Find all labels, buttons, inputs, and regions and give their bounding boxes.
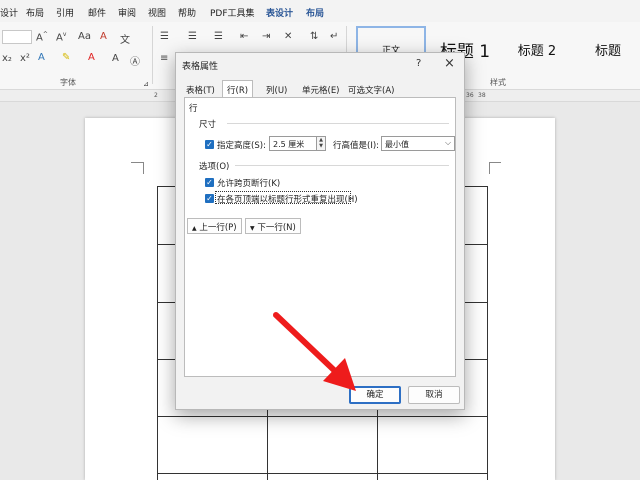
- menu-table-design[interactable]: 表设计: [266, 6, 293, 19]
- table-border: [487, 186, 488, 480]
- row-height-is-label: 行高值是(I):: [333, 141, 380, 151]
- menu-table-layout[interactable]: 布局: [306, 6, 324, 19]
- enclose-char-icon[interactable]: Ⓐ: [130, 53, 140, 68]
- menu-references[interactable]: 引用: [56, 6, 74, 19]
- chevron-down-icon[interactable]: ⌵: [445, 138, 451, 148]
- menu-review[interactable]: 审阅: [118, 6, 136, 19]
- specify-height-label: 指定高度(S):: [217, 141, 266, 151]
- shrink-font-icon[interactable]: Av: [56, 31, 66, 43]
- style-title[interactable]: 标题: [576, 26, 640, 72]
- chinese-layout-icon[interactable]: ✕: [284, 31, 292, 42]
- crop-mark: [131, 162, 143, 163]
- menu-design[interactable]: 设计: [0, 6, 18, 19]
- ruler-number: 36: [466, 92, 474, 99]
- menu-view[interactable]: 视图: [148, 6, 166, 19]
- text-effects-icon[interactable]: A: [38, 52, 45, 63]
- bullets-icon[interactable]: ☰: [160, 31, 169, 42]
- align-left-icon[interactable]: ≡: [160, 53, 168, 64]
- allow-row-break-label: 允许跨页断行(K): [217, 179, 281, 189]
- clear-format-icon[interactable]: A: [100, 31, 107, 42]
- style-heading-2[interactable]: 标题 2: [502, 26, 572, 72]
- subscript-icon[interactable]: x₂: [2, 53, 12, 64]
- repeat-header-row-label: 在各页顶端以标题行形式重复出现(H): [217, 195, 358, 205]
- specify-height-checkbox[interactable]: ✓: [205, 140, 214, 149]
- crop-mark: [489, 162, 501, 163]
- tab-cell[interactable]: 单元格(E): [298, 81, 344, 98]
- font-dialog-launcher-icon[interactable]: ⊿: [143, 80, 149, 88]
- help-icon[interactable]: ?: [416, 58, 421, 69]
- change-case-icon[interactable]: Aa: [78, 31, 91, 42]
- arrow-down-icon: ▼: [250, 225, 255, 232]
- menu-bar: 设计 布局 引用 邮件 审阅 视图 帮助 PDF工具集 表设计 布局: [0, 0, 640, 22]
- row-tab-panel: 行 尺寸 ✓ 指定高度(S): 2.5 厘米 ▲ ▼ 行高值是(I): 最小值 ⌵…: [184, 97, 456, 377]
- divider: [227, 123, 449, 124]
- repeat-header-row-checkbox[interactable]: ✓: [205, 194, 214, 203]
- row-height-type-select[interactable]: 最小值: [381, 136, 455, 151]
- char-shading-icon[interactable]: A: [112, 53, 119, 64]
- crop-mark: [489, 162, 490, 174]
- tab-row[interactable]: 行(R): [222, 80, 254, 98]
- menu-layout[interactable]: 布局: [26, 6, 44, 19]
- tab-table[interactable]: 表格(T): [182, 81, 219, 98]
- size-section-label: 尺寸: [199, 120, 217, 130]
- increase-indent-icon[interactable]: ⇥: [262, 31, 270, 42]
- row-height-input[interactable]: 2.5 厘米: [269, 136, 317, 151]
- dialog-title: 表格属性: [182, 62, 219, 72]
- options-section-label: 选项(O): [199, 162, 230, 172]
- menu-pdf-tools[interactable]: PDF工具集: [210, 6, 255, 19]
- show-marks-icon[interactable]: ↵: [330, 31, 338, 42]
- height-spinner[interactable]: ▲ ▼: [317, 136, 326, 151]
- ruler-number: 2: [154, 92, 158, 99]
- multilevel-list-icon[interactable]: ☰: [214, 31, 223, 42]
- next-row-label: 下一行(N): [257, 223, 296, 233]
- decrease-indent-icon[interactable]: ⇤: [240, 31, 248, 42]
- close-icon[interactable]: ×: [444, 56, 455, 71]
- table-border: [157, 186, 158, 480]
- cancel-button[interactable]: 取消: [408, 386, 460, 404]
- ruler-number: 38: [478, 92, 486, 99]
- font-size-box[interactable]: [2, 30, 32, 44]
- divider: [235, 165, 449, 166]
- font-color-icon[interactable]: A: [88, 52, 95, 63]
- phonetic-icon[interactable]: 文: [120, 31, 130, 46]
- tab-column[interactable]: 列(U): [262, 81, 291, 98]
- crop-mark: [143, 162, 144, 174]
- divider: [152, 26, 153, 84]
- row-section-title: 行: [189, 104, 198, 114]
- menu-mailings[interactable]: 邮件: [88, 6, 106, 19]
- next-row-button[interactable]: ▼ 下一行(N): [245, 218, 301, 234]
- tab-alt-text[interactable]: 可选文字(A): [344, 81, 398, 98]
- table-properties-dialog: 表格属性 ? × 表格(T) 行(R) 列(U) 单元格(E) 可选文字(A) …: [175, 52, 465, 410]
- styles-group-label: 样式: [490, 78, 506, 87]
- previous-row-button[interactable]: ▲ 上一行(P): [187, 218, 242, 234]
- allow-row-break-checkbox[interactable]: ✓: [205, 178, 214, 187]
- font-group-label: 字体: [60, 78, 76, 87]
- superscript-icon[interactable]: x²: [20, 53, 30, 64]
- arrow-up-icon: ▲: [192, 225, 197, 232]
- highlight-icon[interactable]: ✎: [62, 52, 70, 63]
- numbering-icon[interactable]: ☰: [188, 31, 197, 42]
- table-border: [157, 416, 488, 417]
- table-border: [157, 473, 488, 474]
- menu-help[interactable]: 帮助: [178, 6, 196, 19]
- grow-font-icon[interactable]: A^: [36, 31, 48, 43]
- ok-button[interactable]: 确定: [349, 386, 401, 404]
- sort-icon[interactable]: ⇅: [310, 31, 318, 42]
- previous-row-label: 上一行(P): [199, 223, 237, 233]
